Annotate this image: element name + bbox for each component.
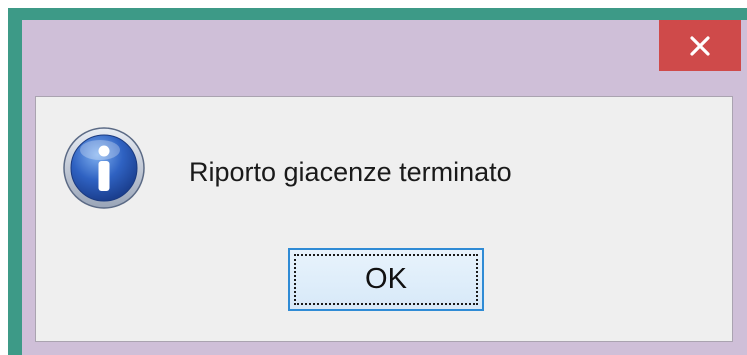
dialog-body: Riporto giacenze terminato OK — [35, 96, 733, 342]
dialog-message: Riporto giacenze terminato — [189, 157, 512, 187]
close-icon — [690, 35, 710, 56]
title-bar[interactable] — [22, 20, 747, 84]
info-icon — [63, 127, 145, 209]
message-dialog: Riporto giacenze terminato OK — [8, 8, 747, 355]
close-button[interactable] — [659, 20, 741, 71]
screen: Riporto giacenze terminato OK — [0, 0, 747, 355]
ok-button[interactable]: OK — [288, 248, 484, 311]
ok-button-label: OK — [294, 254, 478, 305]
